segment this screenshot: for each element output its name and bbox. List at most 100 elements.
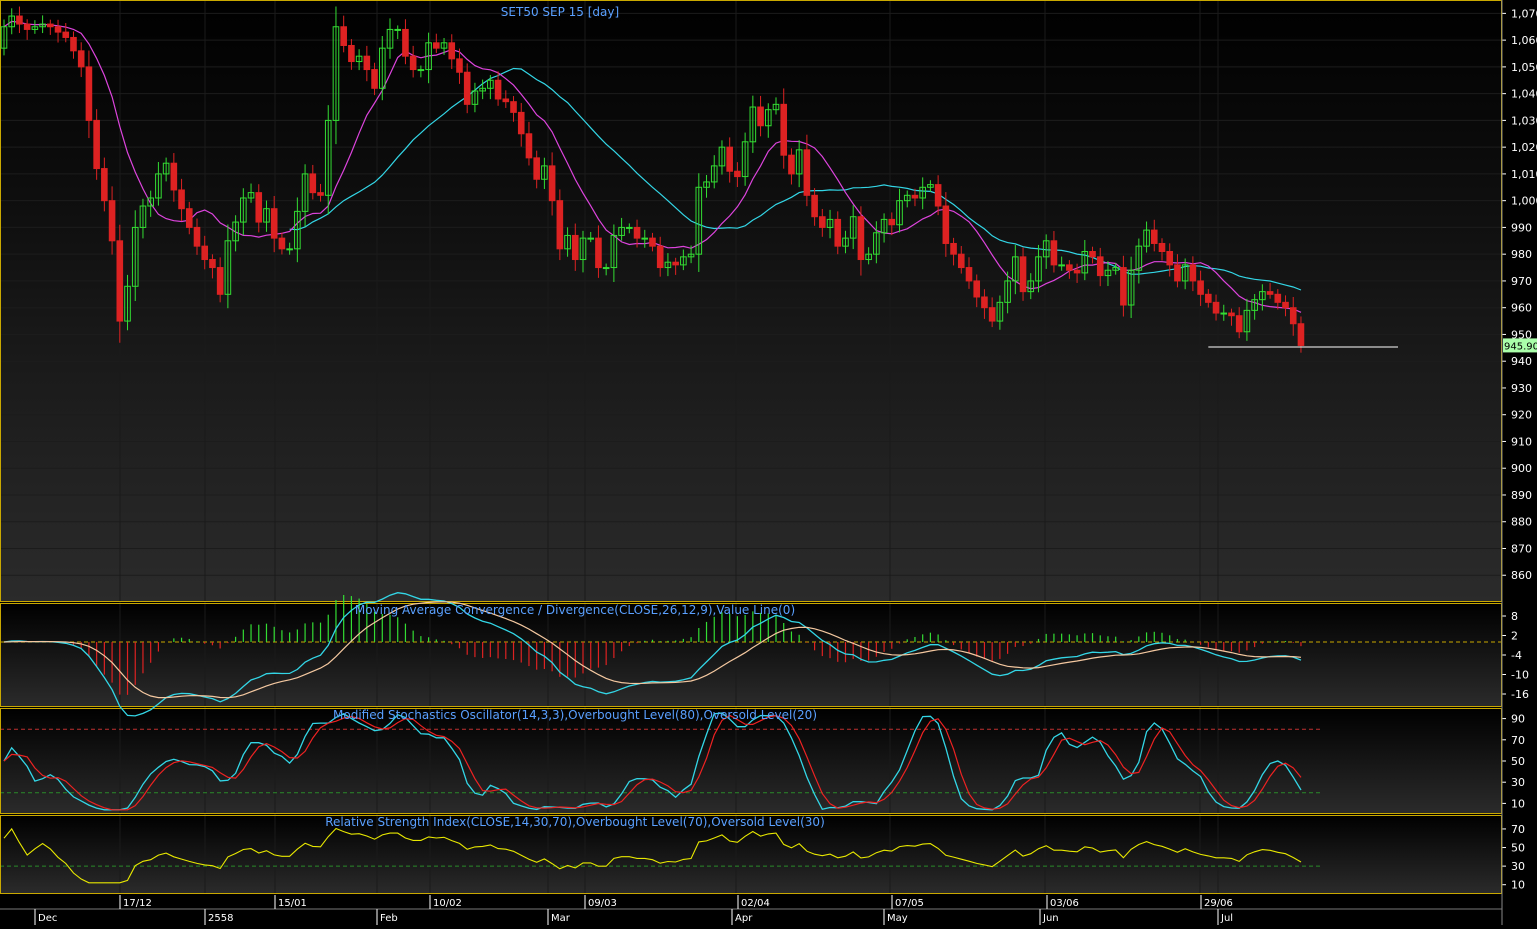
rsi-tick-label: 50	[1511, 842, 1525, 855]
candle-body	[510, 101, 517, 113]
candle-body	[23, 23, 31, 30]
candle-body	[209, 259, 216, 269]
candle-body	[1096, 256, 1104, 277]
candle-body	[70, 36, 77, 52]
candle-body	[108, 200, 116, 242]
macd-tick-label: 8	[1511, 610, 1518, 623]
candle-body	[548, 165, 556, 202]
candle-body	[216, 267, 224, 295]
month-tick-label: Dec	[38, 913, 57, 924]
stoch-tick-label: 30	[1511, 776, 1525, 789]
candle-body	[193, 226, 201, 247]
candle-body	[317, 192, 324, 196]
stoch-title: Modified Stochastics Oscillator(14,3,3),…	[333, 708, 817, 722]
candle-body	[656, 245, 664, 269]
rsi-tick-label: 10	[1511, 879, 1525, 892]
candle-body	[934, 184, 942, 207]
candle-body	[170, 162, 178, 191]
candle-body	[1166, 251, 1174, 266]
chart-canvas: 1,070 1,060 1,050 1,040 1,030 1,020 1,010 1,000…	[0, 0, 1537, 925]
candle-body	[834, 218, 842, 247]
price-tick-label: 1,000	[1511, 195, 1537, 208]
candle-body	[116, 240, 124, 322]
month-tick-label: May	[887, 913, 908, 924]
candle-body	[857, 216, 865, 261]
candle-body	[417, 69, 425, 72]
candle-body	[965, 267, 973, 282]
price-tick-label: 1,050	[1511, 61, 1537, 74]
candle-body	[270, 208, 278, 239]
candle-body	[402, 28, 409, 57]
candle-body	[587, 237, 595, 240]
date-tick-label: 15/01	[278, 898, 307, 909]
candle-body	[286, 248, 293, 251]
price-tick-label: 1,030	[1511, 114, 1537, 127]
rsi-title: Relative Strength Index(CLOSE,14,30,70),…	[325, 815, 825, 829]
candle-body	[363, 55, 371, 71]
candle-body	[1019, 256, 1027, 293]
candle-body	[54, 26, 62, 33]
candle-body	[571, 234, 579, 261]
month-tick-label: Mar	[551, 913, 571, 924]
candle-body	[517, 111, 525, 135]
candle-body	[1274, 293, 1282, 303]
candle-body	[981, 296, 988, 309]
candle-body	[201, 245, 209, 261]
price-tick-label: 950	[1511, 328, 1532, 341]
candle-body	[726, 146, 733, 172]
candle-body	[494, 79, 502, 100]
candle-body	[641, 237, 649, 240]
candle-body	[957, 253, 965, 269]
candle-body	[394, 28, 402, 31]
candle-body	[85, 66, 93, 121]
candle-body	[950, 242, 957, 255]
candle-body	[502, 98, 510, 103]
candle-body	[734, 170, 741, 178]
date-tick-label: 17/12	[123, 898, 152, 909]
candle-body	[16, 15, 23, 25]
candle-body	[93, 119, 100, 170]
price-tick-label: 1,070	[1511, 7, 1537, 20]
stoch-tick-label: 50	[1511, 755, 1525, 768]
candle-body	[672, 261, 679, 266]
price-tick-label: 980	[1511, 248, 1532, 261]
candle-body	[1228, 312, 1235, 317]
price-tick-label: 1,060	[1511, 34, 1537, 47]
macd-tick-label: 2	[1511, 630, 1518, 643]
candle-body	[1073, 269, 1081, 274]
price-chart-title: SET50 SEP 15 [day]	[501, 5, 619, 19]
candle-body	[371, 69, 378, 89]
candle-body	[1174, 264, 1181, 282]
stoch-tick-label: 70	[1511, 734, 1525, 747]
candle-body	[811, 194, 818, 218]
candle-body	[602, 267, 610, 270]
candle-body	[757, 106, 764, 127]
date-tick-label: 09/03	[588, 898, 617, 909]
stock-chart: 1,070 1,060 1,050 1,040 1,030 1,020 1,010 1,000…	[0, 0, 1537, 925]
candle-body	[1212, 301, 1220, 314]
date-tick-label: 07/05	[895, 898, 924, 909]
candle-body	[911, 194, 919, 199]
last-price-label: 945.90	[1504, 341, 1537, 352]
date-tick-label: 10/02	[433, 898, 462, 909]
candle-body	[780, 103, 788, 156]
rsi-tick-label: 70	[1511, 823, 1525, 836]
candle-body	[1189, 264, 1197, 282]
candle-body	[1289, 307, 1297, 325]
price-tick-label: 930	[1511, 382, 1532, 395]
macd-title: Moving Average Convergence / Divergence(…	[355, 603, 795, 617]
candle-body	[819, 216, 826, 228]
candle-body	[533, 157, 540, 180]
candle-body	[649, 237, 656, 247]
price-tick-label: 990	[1511, 221, 1532, 234]
candle-body	[788, 154, 795, 175]
candle-body	[101, 168, 108, 202]
candle-body	[47, 23, 54, 28]
candle-body	[1297, 323, 1305, 346]
candle-body	[1120, 267, 1127, 306]
candle-body	[309, 173, 317, 194]
stoch-tick-label: 10	[1511, 797, 1525, 810]
price-tick-label: 860	[1511, 569, 1532, 582]
candle-body	[633, 226, 641, 239]
price-tick-label: 880	[1511, 516, 1532, 529]
